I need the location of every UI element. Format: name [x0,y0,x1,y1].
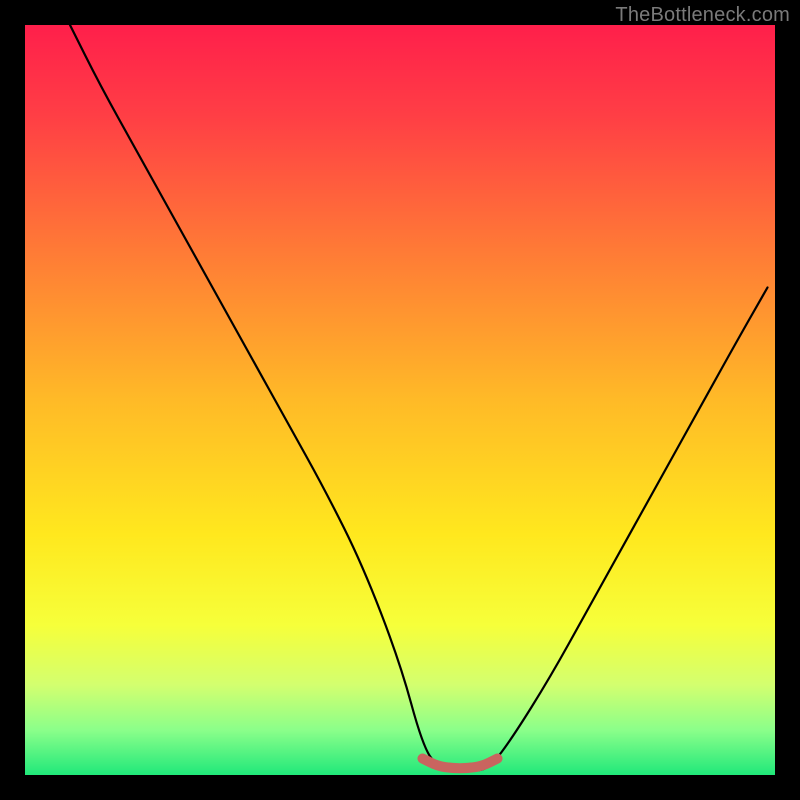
plot-area [25,25,775,775]
chart-stage: TheBottleneck.com [0,0,800,800]
watermark-text: TheBottleneck.com [615,4,790,27]
curve-layer [25,25,775,775]
optimal-range-marker [423,759,498,769]
bottleneck-curve [70,25,768,771]
